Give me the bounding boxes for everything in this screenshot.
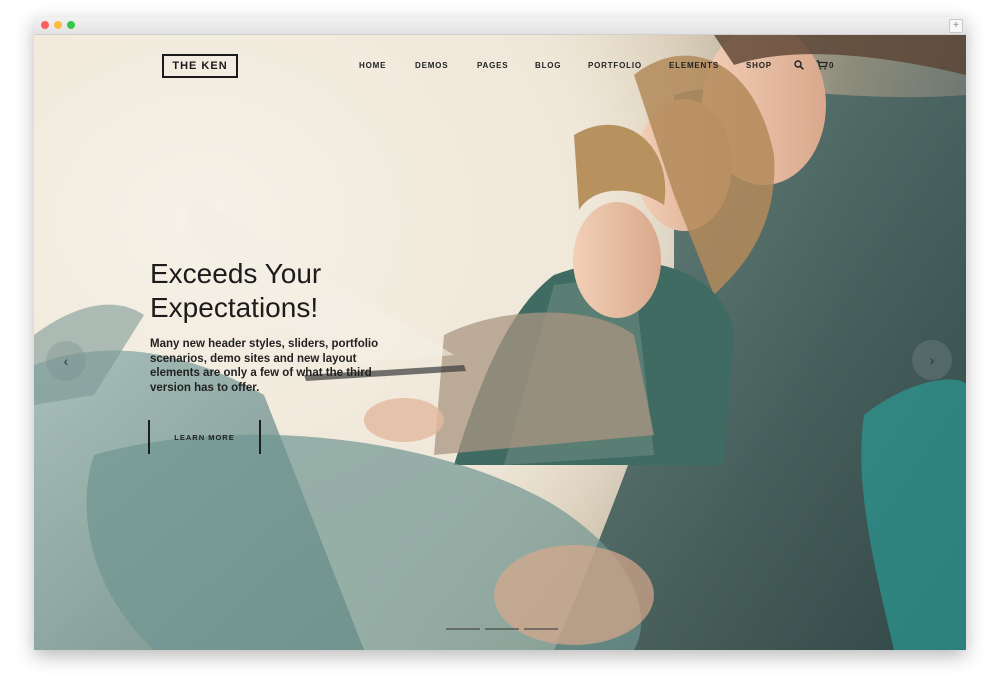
close-window-button[interactable] — [41, 21, 49, 29]
slider-dot-3[interactable] — [524, 628, 558, 630]
cart-icon[interactable] — [816, 60, 828, 70]
site-logo[interactable]: THE KEN — [162, 54, 238, 78]
slider-dot-1[interactable] — [446, 628, 480, 630]
nav-item-portfolio[interactable]: PORTFOLIO — [588, 61, 642, 70]
browser-toolbar: + — [34, 17, 966, 35]
search-icon[interactable] — [794, 60, 804, 70]
chevron-left-icon: ‹ — [63, 353, 69, 369]
maximize-window-button[interactable] — [67, 21, 75, 29]
nav-item-demos[interactable]: DEMOS — [415, 61, 448, 70]
learn-more-button[interactable]: LEARN MORE — [148, 420, 261, 454]
nav-item-shop[interactable]: SHOP — [746, 61, 772, 70]
cart-count: 0 — [829, 61, 834, 70]
nav-item-blog[interactable]: BLOG — [535, 61, 561, 70]
new-tab-button[interactable]: + — [949, 19, 963, 33]
nav-item-home[interactable]: HOME — [359, 61, 386, 70]
hero-headline-line1: Exceeds Your — [150, 258, 322, 289]
chevron-right-icon: › — [929, 352, 935, 368]
hero-headline: Exceeds Your Expectations! — [150, 257, 450, 325]
slider-dot-2[interactable] — [485, 628, 519, 630]
nav-item-pages[interactable]: PAGES — [477, 61, 508, 70]
hero-headline-line2: Expectations! — [150, 292, 319, 323]
slider-next-button[interactable]: › — [912, 340, 952, 380]
minimize-window-button[interactable] — [54, 21, 62, 29]
nav-item-elements[interactable]: ELEMENTS — [669, 61, 719, 70]
hero-slider: THE KEN HOME DEMOS PAGES BLOG PORTFOLIO … — [34, 35, 966, 650]
hero-description: Many new header styles, sliders, portfol… — [150, 338, 379, 394]
browser-window: + THE KEN HOME DEMOS PAGES BLOG PORTFOLI… — [34, 17, 966, 650]
slider-prev-button[interactable]: ‹ — [46, 341, 86, 381]
